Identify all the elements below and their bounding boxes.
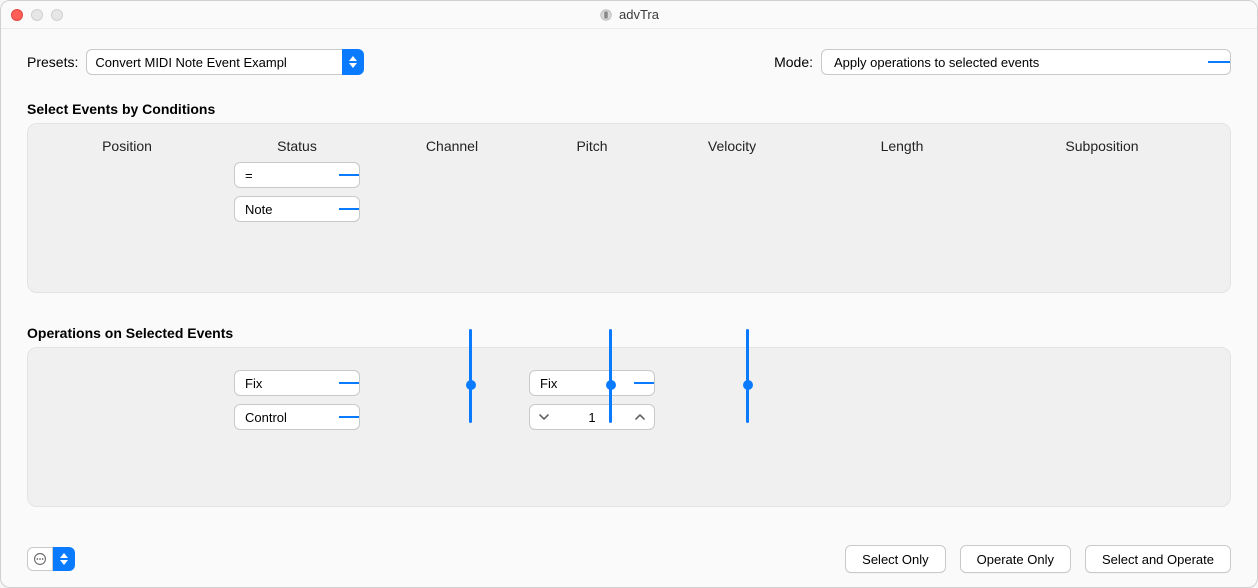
window-title: advTra	[619, 7, 659, 22]
mode-value: Apply operations to selected events	[822, 55, 1208, 70]
conditions-row-1: =	[42, 162, 1216, 188]
chevron-updown-icon	[325, 169, 360, 181]
operations-panel: Fix Fix Control	[27, 347, 1231, 507]
condition-status-operator-dropdown[interactable]	[339, 169, 359, 181]
empty	[42, 196, 212, 222]
stepper-increment[interactable]	[632, 409, 648, 425]
chevron-updown-icon	[1191, 56, 1231, 68]
footer: Select Only Operate Only Select and Oper…	[27, 527, 1231, 573]
footer-right-buttons: Select Only Operate Only Select and Oper…	[845, 545, 1231, 573]
presets-combo	[86, 49, 364, 75]
top-controls-row: Presets: Mode: Apply operations to selec…	[27, 49, 1231, 75]
operate-only-button[interactable]: Operate Only	[960, 545, 1071, 573]
footer-left-controls	[27, 547, 75, 571]
condition-status-value-text: Note	[235, 202, 339, 217]
condition-status-value-dropdown[interactable]	[339, 203, 359, 215]
chevron-updown-icon	[349, 56, 357, 68]
conditions-row-2: Note	[42, 196, 1216, 222]
operation-pitch-operator-value: Fix	[530, 376, 634, 391]
ellipsis-icon	[33, 552, 47, 566]
conditions-section-label: Select Events by Conditions	[27, 101, 1231, 117]
condition-status-operator-value: =	[235, 168, 339, 183]
operations-section-label: Operations on Selected Events	[27, 325, 1231, 341]
close-window-button[interactable]	[11, 9, 23, 21]
chevron-updown-icon	[620, 377, 655, 389]
col-pitch: Pitch	[522, 138, 662, 154]
zoom-window-button[interactable]	[51, 9, 63, 21]
mode-select[interactable]: Apply operations to selected events	[821, 49, 1231, 75]
operation-status-value-text: Control	[235, 410, 339, 425]
operation-status-operator[interactable]: Fix	[234, 370, 360, 396]
app-icon	[599, 8, 613, 22]
col-position: Position	[42, 138, 212, 154]
condition-status-value[interactable]: Note	[234, 196, 360, 222]
mode-dropdown-button[interactable]	[1208, 56, 1230, 68]
presets-input[interactable]	[86, 49, 342, 75]
empty	[42, 162, 212, 188]
operation-status-value-dropdown[interactable]	[339, 411, 359, 423]
operation-pitch-operator[interactable]: Fix	[529, 370, 655, 396]
operation-status-value[interactable]: Control	[234, 404, 360, 430]
more-actions-dropdown[interactable]	[53, 547, 75, 571]
presets-group: Presets:	[27, 49, 364, 75]
titlebar: advTra	[1, 1, 1257, 29]
operations-row-2: Control 1	[42, 404, 1216, 430]
chevron-updown-icon	[60, 553, 68, 565]
operation-pitch-value: 1	[588, 410, 595, 425]
conditions-column-headers: Position Status Channel Pitch Velocity L…	[42, 134, 1216, 162]
more-actions-button[interactable]	[27, 547, 53, 571]
col-subposition: Subposition	[1002, 138, 1202, 154]
chevron-up-icon	[634, 411, 646, 423]
minimize-window-button[interactable]	[31, 9, 43, 21]
chevron-updown-icon	[325, 377, 360, 389]
mode-label: Mode:	[774, 54, 813, 70]
window-title-wrap: advTra	[1, 7, 1257, 22]
mode-group: Mode: Apply operations to selected event…	[774, 49, 1231, 75]
operation-status-operator-dropdown[interactable]	[339, 377, 359, 389]
chevron-down-icon	[538, 411, 550, 423]
stepper-decrement[interactable]	[536, 409, 552, 425]
select-only-button[interactable]: Select Only	[845, 545, 945, 573]
chevron-updown-icon	[325, 203, 360, 215]
window-controls	[11, 9, 63, 21]
operation-pitch-value-stepper[interactable]: 1	[529, 404, 655, 430]
presets-dropdown-button[interactable]	[342, 49, 364, 75]
col-status: Status	[212, 138, 382, 154]
col-channel: Channel	[382, 138, 522, 154]
condition-status-operator[interactable]: =	[234, 162, 360, 188]
operation-pitch-operator-dropdown[interactable]	[634, 377, 654, 389]
app-window: advTra Presets: Mode: Apply opera	[0, 0, 1258, 588]
content-area: Presets: Mode: Apply operations to selec…	[1, 29, 1257, 587]
operation-status-operator-value: Fix	[235, 376, 339, 391]
conditions-panel: Position Status Channel Pitch Velocity L…	[27, 123, 1231, 293]
presets-label: Presets:	[27, 54, 78, 70]
select-and-operate-button[interactable]: Select and Operate	[1085, 545, 1231, 573]
chevron-updown-icon	[325, 411, 360, 423]
col-velocity: Velocity	[662, 138, 802, 154]
col-length: Length	[802, 138, 1002, 154]
operations-row-1: Fix Fix	[42, 370, 1216, 396]
